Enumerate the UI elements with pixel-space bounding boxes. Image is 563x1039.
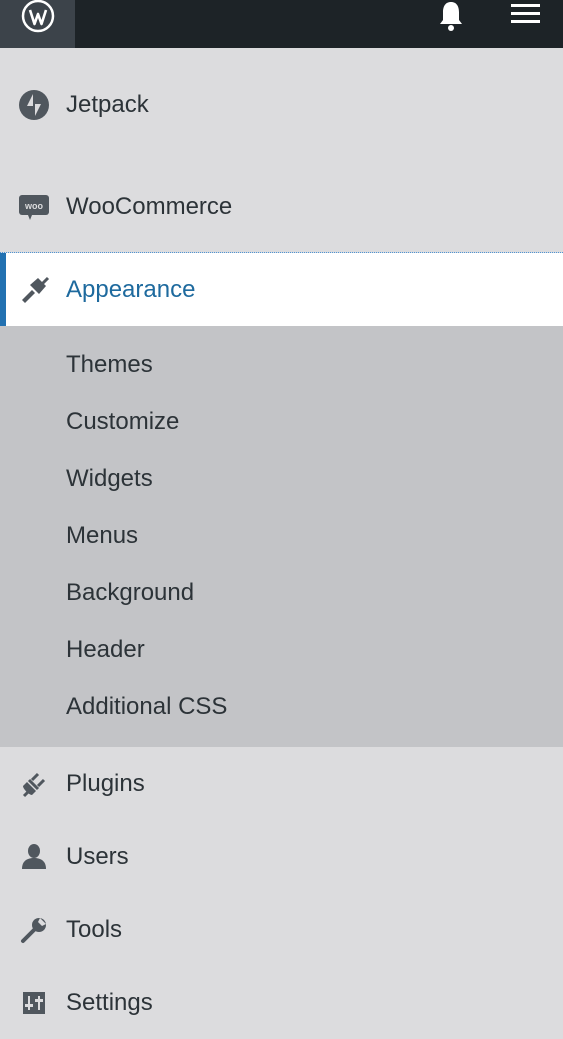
- submenu-item-themes[interactable]: Themes: [0, 336, 563, 393]
- jetpack-icon: [18, 89, 50, 121]
- menu-item-woocommerce[interactable]: woo WooCommerce: [0, 162, 563, 252]
- bell-icon: [440, 2, 462, 31]
- menu-item-label: Users: [66, 842, 129, 870]
- notifications-button[interactable]: [434, 0, 468, 34]
- admin-top-bar: [0, 0, 563, 48]
- user-icon: [18, 841, 50, 873]
- plugin-icon: [18, 768, 50, 800]
- submenu-item-additional-css[interactable]: Additional CSS: [0, 678, 563, 735]
- menu-item-label: Plugins: [66, 769, 145, 797]
- appearance-submenu: Themes Customize Widgets Menus Backgroun…: [0, 326, 563, 747]
- menu-item-jetpack[interactable]: Jetpack: [0, 48, 563, 162]
- hamburger-icon: [511, 4, 540, 23]
- woocommerce-icon: woo: [18, 191, 50, 223]
- mobile-menu-button[interactable]: [508, 0, 544, 30]
- wordpress-logo-button[interactable]: [0, 0, 75, 48]
- menu-item-label: Tools: [66, 915, 123, 943]
- active-indicator: [0, 253, 6, 326]
- menu-item-label: WooCommerce: [66, 193, 233, 220]
- menu-item-appearance[interactable]: Appearance: [0, 253, 563, 326]
- wordpress-logo-icon: [21, 0, 54, 33]
- settings-sliders-icon: [18, 987, 50, 1019]
- menu-item-label: Settings: [66, 988, 153, 1016]
- submenu-item-customize[interactable]: Customize: [0, 393, 563, 450]
- submenu-item-menus[interactable]: Menus: [0, 507, 563, 564]
- admin-menu: Jetpack woo WooCommerce Appearance Theme…: [0, 48, 563, 1039]
- submenu-item-header[interactable]: Header: [0, 621, 563, 678]
- wrench-icon: [18, 914, 50, 946]
- menu-item-tools[interactable]: Tools: [0, 893, 563, 966]
- submenu-item-widgets[interactable]: Widgets: [0, 450, 563, 507]
- svg-text:woo: woo: [24, 201, 43, 211]
- menu-item-label: Appearance: [66, 275, 196, 303]
- paintbrush-icon: [18, 274, 50, 306]
- menu-item-settings[interactable]: Settings: [0, 966, 563, 1039]
- menu-item-users[interactable]: Users: [0, 820, 563, 893]
- submenu-item-background[interactable]: Background: [0, 564, 563, 621]
- menu-item-plugins[interactable]: Plugins: [0, 747, 563, 820]
- menu-item-label: Jetpack: [66, 91, 149, 118]
